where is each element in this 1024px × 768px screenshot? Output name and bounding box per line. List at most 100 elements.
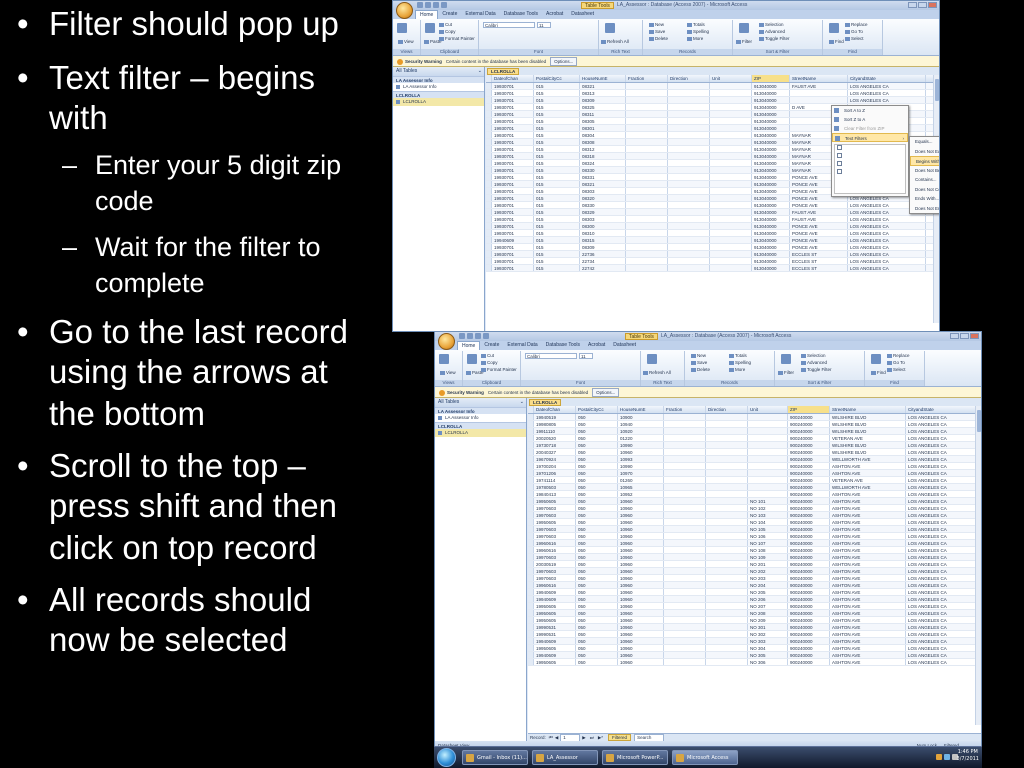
table-cell[interactable] bbox=[626, 244, 668, 250]
table-cell[interactable] bbox=[668, 132, 710, 138]
table-cell[interactable]: 10960 bbox=[618, 638, 664, 644]
table-cell[interactable] bbox=[626, 258, 668, 264]
table-cell[interactable]: 015 bbox=[534, 90, 580, 96]
close-button[interactable] bbox=[928, 2, 937, 8]
table-cell[interactable] bbox=[668, 265, 710, 271]
text-filter-option[interactable]: Does Not End With... bbox=[910, 204, 939, 214]
table-cell[interactable]: 900240000 bbox=[788, 463, 830, 469]
table-cell[interactable]: 050 bbox=[576, 589, 618, 595]
qat-icon[interactable] bbox=[459, 333, 465, 339]
table-cell[interactable]: ASHTON AVE bbox=[830, 491, 906, 497]
table-cell[interactable]: 050 bbox=[576, 540, 618, 546]
table-cell[interactable] bbox=[664, 575, 706, 581]
table-cell[interactable]: 19780503 bbox=[534, 484, 576, 490]
table-cell[interactable]: 015 bbox=[534, 216, 580, 222]
table-cell[interactable] bbox=[706, 652, 748, 658]
nav-item-lclrolla[interactable]: LCLROLLA bbox=[435, 429, 526, 437]
table-cell[interactable]: 913040000 bbox=[752, 223, 790, 229]
filtered-indicator[interactable]: Filtered bbox=[608, 734, 632, 741]
table-cell[interactable]: 10960 bbox=[618, 568, 664, 574]
table-cell[interactable]: 050 bbox=[576, 554, 618, 560]
table-cell[interactable] bbox=[710, 104, 752, 110]
nav-group-assessor[interactable]: LA Assessor Info bbox=[393, 76, 484, 83]
table-cell[interactable]: 900240000 bbox=[788, 498, 830, 504]
table-cell[interactable]: 10960 bbox=[618, 540, 664, 546]
table-cell[interactable] bbox=[710, 125, 752, 131]
table-cell[interactable] bbox=[664, 498, 706, 504]
table-cell[interactable]: 913040000 bbox=[752, 160, 790, 166]
table-cell[interactable]: 015 bbox=[534, 160, 580, 166]
table-cell[interactable] bbox=[710, 209, 752, 215]
table-row[interactable]: 19930701 015 08330 913040000 PONCE AVE LOS AN… bbox=[486, 202, 939, 209]
record-navigation-bar[interactable]: Record: ⏮ ◀ 1 ▶ ⏭ ▶* Filtered Search bbox=[528, 733, 981, 742]
table-cell[interactable]: 015 bbox=[534, 146, 580, 152]
table-cell[interactable] bbox=[706, 596, 748, 602]
table-cell[interactable]: LOS ANGELES CA bbox=[848, 258, 926, 264]
table-cell[interactable]: NO 303 bbox=[748, 638, 788, 644]
table-cell[interactable] bbox=[664, 603, 706, 609]
table-cell[interactable]: 015 bbox=[534, 111, 580, 117]
table-cell[interactable]: ASHTON AVE bbox=[830, 575, 906, 581]
table-cell[interactable]: 08313 bbox=[580, 90, 626, 96]
table-cell[interactable]: 08305 bbox=[580, 118, 626, 124]
table-cell[interactable]: NO 109 bbox=[748, 554, 788, 560]
column-header-cityandstate[interactable]: CityandState bbox=[848, 75, 926, 82]
table-cell[interactable]: LOS ANGELES CA bbox=[906, 526, 981, 532]
table-cell[interactable]: 19930701 bbox=[492, 139, 534, 145]
table-cell[interactable]: ASHTON AVE bbox=[830, 519, 906, 525]
table-cell[interactable]: LOS ANGELES CA bbox=[906, 442, 981, 448]
quick-access-toolbar[interactable] bbox=[417, 2, 447, 8]
table-cell[interactable]: 10952 bbox=[618, 491, 664, 497]
table-cell[interactable] bbox=[706, 547, 748, 553]
table-cell[interactable] bbox=[706, 554, 748, 560]
table-cell[interactable]: 10940 bbox=[618, 421, 664, 427]
table-cell[interactable]: 10960 bbox=[618, 589, 664, 595]
table-row[interactable]: 19930701 015 08309 913040000 LOS ANGELES CA bbox=[486, 97, 939, 104]
table-cell[interactable] bbox=[626, 237, 668, 243]
table-cell[interactable]: 10960 bbox=[618, 603, 664, 609]
column-header-streetname[interactable]: StreetName bbox=[830, 406, 906, 413]
table-row[interactable]: 19960616 050 10960 NO 108 900240000 ASHTON AV… bbox=[528, 547, 981, 554]
table-cell[interactable]: 19741114 bbox=[534, 477, 576, 483]
table-cell[interactable]: 900240000 bbox=[788, 505, 830, 511]
table-cell[interactable] bbox=[748, 428, 788, 434]
qat-icon[interactable] bbox=[425, 2, 431, 8]
new-record-icon[interactable]: ▶* bbox=[598, 735, 603, 740]
delete-record-button[interactable]: Delete bbox=[691, 367, 710, 372]
table-row[interactable]: 19930701 015 08321 913040000 FAUST AVE LOS AN… bbox=[486, 83, 939, 90]
table-cell[interactable]: LOS ANGELES CA bbox=[848, 223, 926, 229]
advanced-filter-button[interactable]: Advanced bbox=[759, 29, 785, 34]
table-cell[interactable]: 08315 bbox=[580, 237, 626, 243]
table-cell[interactable] bbox=[664, 512, 706, 518]
datasheet-grid[interactable]: DateofChan PostalCityCc HouseNumE Fraction D… bbox=[528, 406, 981, 733]
table-cell[interactable] bbox=[626, 139, 668, 145]
table-cell[interactable]: 08325 bbox=[580, 104, 626, 110]
table-cell[interactable]: 900240000 bbox=[788, 617, 830, 623]
table-cell[interactable]: 10960 bbox=[618, 533, 664, 539]
table-cell[interactable]: 10960 bbox=[618, 631, 664, 637]
table-cell[interactable]: 19930701 bbox=[492, 83, 534, 89]
table-cell[interactable]: NO 207 bbox=[748, 603, 788, 609]
table-cell[interactable] bbox=[664, 421, 706, 427]
font-size-select[interactable]: 11 bbox=[537, 22, 551, 28]
table-row[interactable]: 19670924 050 10993 900240000 WELLWORTH AVE LO… bbox=[528, 456, 981, 463]
table-cell[interactable]: ASHTON AVE bbox=[830, 498, 906, 504]
table-cell[interactable]: ASHTON AVE bbox=[830, 512, 906, 518]
table-cell[interactable]: 19930701 bbox=[492, 223, 534, 229]
table-cell[interactable]: LOS ANGELES CA bbox=[906, 575, 981, 581]
table-cell[interactable]: NO 301 bbox=[748, 624, 788, 630]
table-cell[interactable]: ASHTON AVE bbox=[830, 645, 906, 651]
first-record-icon[interactable]: ⏮ bbox=[549, 735, 553, 740]
table-cell[interactable]: 19930701 bbox=[492, 132, 534, 138]
table-cell[interactable] bbox=[710, 195, 752, 201]
table-cell[interactable] bbox=[664, 645, 706, 651]
table-cell[interactable]: VETERAN AVE bbox=[830, 477, 906, 483]
table-cell[interactable] bbox=[626, 153, 668, 159]
table-cell[interactable] bbox=[626, 104, 668, 110]
table-cell[interactable] bbox=[710, 237, 752, 243]
table-cell[interactable]: 900240000 bbox=[788, 652, 830, 658]
table-cell[interactable]: LOS ANGELES CA bbox=[906, 547, 981, 553]
table-cell[interactable]: 900240000 bbox=[788, 428, 830, 434]
table-cell[interactable]: LOS ANGELES CA bbox=[906, 568, 981, 574]
quick-access-toolbar[interactable] bbox=[459, 333, 489, 339]
